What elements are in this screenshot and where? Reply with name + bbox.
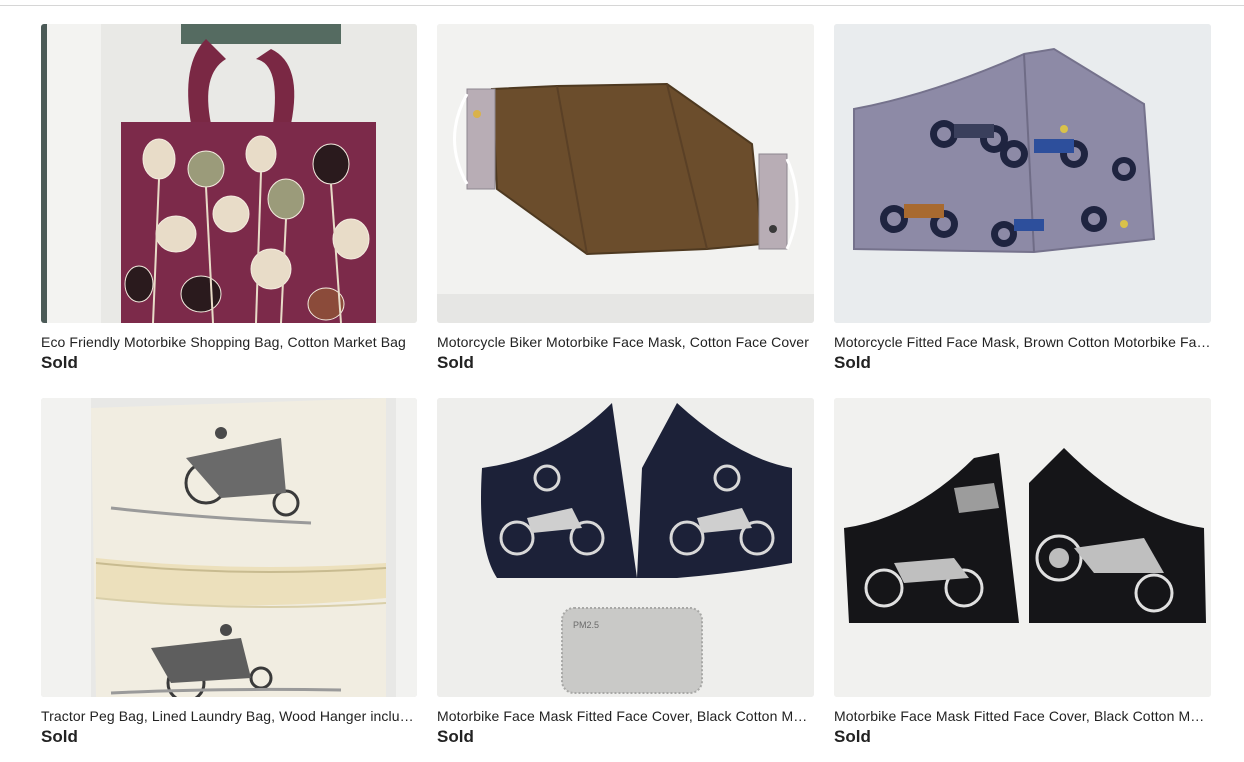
listing-image[interactable] <box>834 398 1211 697</box>
listing-card[interactable]: Motorbike Face Mask Fitted Face Cover, B… <box>834 398 1211 747</box>
listing-image[interactable] <box>41 24 417 323</box>
listing-status: Sold <box>834 727 871 746</box>
listing-image[interactable] <box>834 24 1211 323</box>
grey-mask-image <box>834 24 1211 323</box>
top-divider <box>0 5 1244 6</box>
listing-card[interactable]: Tractor Peg Bag, Lined Laundry Bag, Wood… <box>41 398 417 747</box>
brown-mask-image <box>437 24 814 323</box>
listing-card[interactable]: Motorcycle Biker Motorbike Face Mask, Co… <box>437 24 814 373</box>
listing-title[interactable]: Motorbike Face Mask Fitted Face Cover, B… <box>437 707 814 725</box>
listing-image[interactable]: PM2.5 <box>437 398 814 697</box>
filter-label: PM2.5 <box>573 620 599 630</box>
listing-grid: Eco Friendly Motorbike Shopping Bag, Cot… <box>41 24 1211 747</box>
listing-card[interactable]: Motorcycle Fitted Face Mask, Brown Cotto… <box>834 24 1211 373</box>
listing-status: Sold <box>41 727 78 746</box>
listing-title[interactable]: Motorcycle Fitted Face Mask, Brown Cotto… <box>834 333 1211 351</box>
listing-title[interactable]: Tractor Peg Bag, Lined Laundry Bag, Wood… <box>41 707 417 725</box>
listing-status: Sold <box>437 727 474 746</box>
listing-card[interactable]: PM2.5 Motorbike Face Mask Fitted Face Co… <box>437 398 814 747</box>
listing-title[interactable]: Motorcycle Biker Motorbike Face Mask, Co… <box>437 333 814 351</box>
tote-bag-image <box>41 24 417 323</box>
listing-image[interactable] <box>437 24 814 323</box>
listing-title[interactable]: Eco Friendly Motorbike Shopping Bag, Cot… <box>41 333 417 351</box>
listing-status: Sold <box>41 353 78 372</box>
peg-bag-image <box>41 398 417 697</box>
listing-status: Sold <box>437 353 474 372</box>
navy-mask-image: PM2.5 <box>437 398 814 697</box>
listing-card[interactable]: Eco Friendly Motorbike Shopping Bag, Cot… <box>41 24 417 373</box>
listing-title[interactable]: Motorbike Face Mask Fitted Face Cover, B… <box>834 707 1211 725</box>
listing-image[interactable] <box>41 398 417 697</box>
listing-status: Sold <box>834 353 871 372</box>
black-mask-image <box>834 398 1211 697</box>
